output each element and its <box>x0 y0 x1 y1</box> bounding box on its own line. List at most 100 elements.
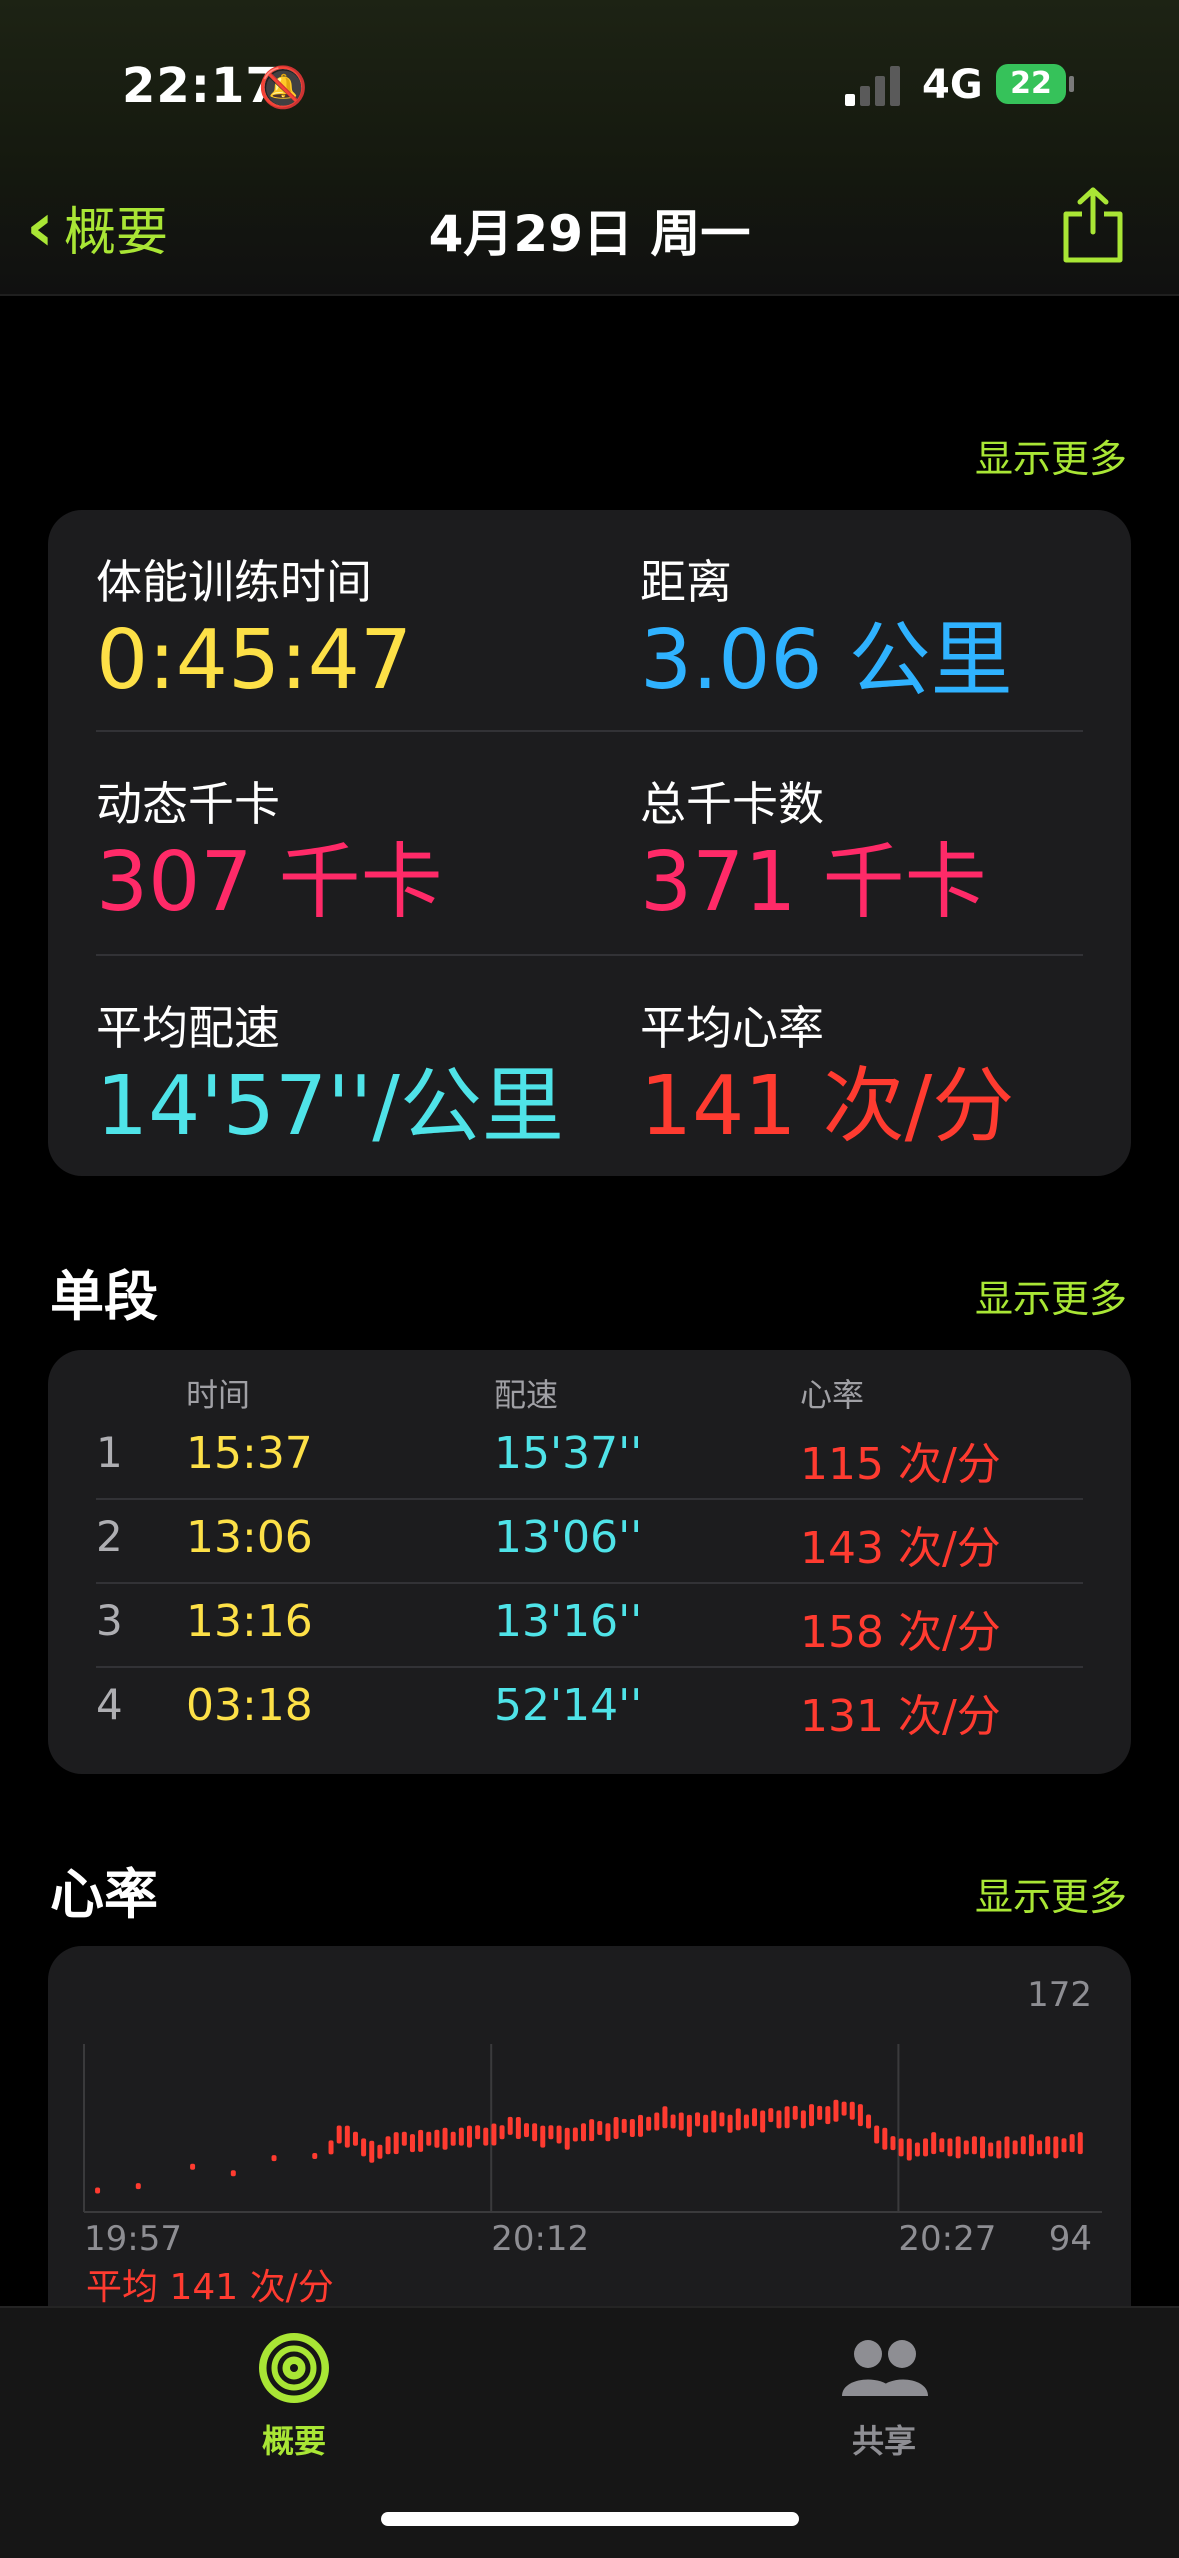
heart-rate-point <box>752 2108 758 2127</box>
heart-rate-point <box>418 2129 424 2152</box>
heart-rate-point <box>849 2101 855 2120</box>
splits-title: 单段 <box>50 1265 158 1328</box>
heart-rate-point <box>662 2106 668 2129</box>
heart-rate-point <box>809 2104 815 2127</box>
heart-rate-point <box>564 2127 570 2150</box>
heart-rate-chart: 19:57 20:12 20:27 172 94 <box>83 1975 1102 2259</box>
metric-label: 总千卡数 <box>640 777 824 831</box>
heart-rate-point <box>955 2136 961 2159</box>
splits-header-time: 时间 <box>186 1376 251 1414</box>
heart-rate-show-more-button[interactable]: 显示更多 <box>975 1866 1127 1921</box>
heart-rate-point <box>393 2132 399 2155</box>
heart-rate-point <box>1045 2136 1051 2155</box>
heart-rate-point <box>638 2114 644 2137</box>
heart-rate-average: 平均 141 次/分 <box>86 2267 334 2308</box>
y-tick-label-min: 94 <box>1049 2219 1092 2259</box>
table-row: 1 15:37 15'37'' 115 次/分 <box>96 1414 1083 1498</box>
heart-rate-point <box>1053 2136 1059 2159</box>
heart-rate-point <box>312 2153 318 2159</box>
heart-rate-point <box>931 2132 937 2155</box>
home-indicator <box>381 2512 799 2526</box>
metric-value: 0:45:47 <box>96 613 413 708</box>
share-icon[interactable] <box>1060 184 1126 264</box>
metric-value: 307 千卡 <box>96 835 443 930</box>
split-index: 4 <box>96 1680 123 1729</box>
heart-rate-point <box>344 2125 350 2148</box>
heart-rate-point <box>914 2142 920 2157</box>
people-icon <box>842 2340 928 2396</box>
heart-rate-point <box>695 2112 701 2127</box>
heart-rate-point <box>597 2121 603 2135</box>
heart-rate-point <box>515 2117 521 2139</box>
heart-rate-point <box>458 2127 464 2146</box>
split-time: 03:18 <box>186 1680 313 1731</box>
heart-rate-point <box>540 2125 546 2148</box>
heart-rate-point <box>784 2106 790 2129</box>
heart-rate-point <box>703 2114 709 2133</box>
split-hr: 158 次/分 <box>800 1607 1001 1658</box>
split-hr: 143 次/分 <box>800 1523 1001 1574</box>
split-index: 3 <box>96 1596 123 1645</box>
heart-rate-point <box>434 2129 440 2148</box>
heart-rate-point <box>450 2131 456 2146</box>
heart-rate-point <box>475 2125 481 2140</box>
split-time: 15:37 <box>186 1428 313 1479</box>
split-pace: 52'14'' <box>494 1680 643 1731</box>
heart-rate-point <box>963 2140 969 2155</box>
tab-summary[interactable]: 概要 <box>204 2330 384 2462</box>
tab-sharing[interactable]: 共享 <box>794 2330 974 2462</box>
metric-label: 体能训练时间 <box>96 555 372 609</box>
table-row: 3 13:16 13'16'' 158 次/分 <box>96 1582 1083 1666</box>
split-index: 1 <box>96 1428 123 1477</box>
heart-rate-card[interactable]: 19:57 20:12 20:27 172 94 平均 141 次/分 <box>48 1946 1131 2366</box>
table-row: 2 13:06 13'06'' 143 次/分 <box>96 1498 1083 1582</box>
summary-show-more-button[interactable]: 显示更多 <box>975 428 1127 483</box>
heart-rate-point <box>1037 2140 1043 2155</box>
split-pace: 13'16'' <box>494 1596 643 1647</box>
splits-header-pace: 配速 <box>494 1376 559 1414</box>
x-tick-label: 19:57 <box>84 2219 182 2259</box>
heart-rate-point <box>426 2131 432 2146</box>
heart-rate-point <box>135 2183 141 2190</box>
heart-rate-point <box>580 2123 586 2142</box>
metric-value: 3.06 公里 <box>640 613 1013 708</box>
divider <box>96 730 1083 732</box>
table-row: 4 03:18 52'14'' 131 次/分 <box>96 1666 1083 1750</box>
heart-rate-point <box>409 2134 415 2153</box>
heart-rate-point <box>556 2125 562 2144</box>
heart-rate-point <box>377 2144 383 2159</box>
heart-rate-point <box>906 2138 912 2161</box>
heart-rate-point <box>589 2119 595 2142</box>
split-time: 13:06 <box>186 1512 313 1563</box>
heart-rate-point <box>768 2108 774 2123</box>
heart-rate-point <box>719 2112 725 2127</box>
battery-level: 22 <box>1010 66 1052 101</box>
heart-rate-point <box>727 2114 733 2133</box>
tab-label: 概要 <box>261 2422 326 2460</box>
heart-rate-point <box>401 2131 407 2146</box>
heart-rate-point <box>572 2127 578 2142</box>
summary-card: 体能训练时间 0:45:47 距离 3.06 公里 动态千卡 307 千卡 总千… <box>48 510 1131 1176</box>
heart-rate-point <box>466 2125 472 2148</box>
splits-card: 时间 配速 心率 1 15:37 15'37'' 115 次/分 2 13:06… <box>48 1350 1131 1774</box>
heart-rate-point <box>923 2138 929 2157</box>
heart-rate-point <box>817 2105 823 2120</box>
status-header: 22:17 🔕 4G 22 ‹ 概要 4月29日 周一 <box>0 0 1179 295</box>
heart-rate-point <box>483 2127 489 2146</box>
heart-rate-point <box>686 2114 692 2137</box>
split-time: 13:16 <box>186 1596 313 1647</box>
heart-rate-point <box>825 2106 831 2125</box>
splits-show-more-button[interactable]: 显示更多 <box>975 1268 1127 1323</box>
heart-rate-point <box>1077 2132 1083 2155</box>
heart-rate-point <box>776 2110 782 2129</box>
heart-rate-point <box>833 2099 839 2122</box>
heart-rate-point <box>499 2125 505 2140</box>
tab-label: 共享 <box>851 2422 916 2460</box>
battery-icon: 22 <box>996 64 1074 104</box>
splits-header-hr: 心率 <box>800 1376 865 1414</box>
heart-rate-point <box>857 2104 863 2127</box>
heart-rate-point <box>1069 2134 1075 2153</box>
heart-rate-point <box>629 2119 635 2137</box>
status-time: 22:17 <box>122 58 280 114</box>
heart-rate-point <box>971 2136 977 2155</box>
